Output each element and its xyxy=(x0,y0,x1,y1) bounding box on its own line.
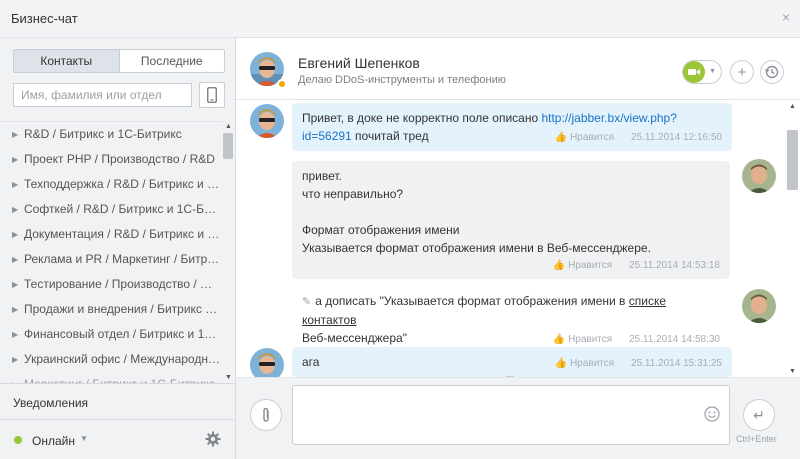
chevron-right-icon: ▶ xyxy=(12,180,19,189)
tab-recent[interactable]: Последние xyxy=(120,50,225,72)
chevron-down-icon[interactable]: ▼ xyxy=(709,68,716,75)
like-button[interactable]: 👍 Нравится xyxy=(555,358,614,369)
chat-history: Привет, в доке не корректно поле описано… xyxy=(236,101,786,377)
message-input[interactable] xyxy=(292,385,730,445)
video-icon xyxy=(683,61,705,83)
list-item[interactable]: ▶Маркетинг / Битрикс и 1С-Битрикс xyxy=(0,372,222,383)
scrollbar-thumb[interactable] xyxy=(787,130,798,190)
history-button[interactable] xyxy=(760,60,784,84)
scroll-down-icon[interactable]: ▼ xyxy=(225,374,232,381)
like-button[interactable]: 👍 Нравится xyxy=(553,334,612,345)
chevron-right-icon: ▶ xyxy=(12,280,19,289)
message-time: 25.11.2014 15:31:25 xyxy=(630,358,722,369)
send-icon: ↵ xyxy=(753,406,765,423)
list-item[interactable]: ▶ Техподдержка / R&D / Битрикс и … xyxy=(0,172,222,197)
attach-icon xyxy=(263,407,269,422)
chevron-right-icon: ▶ xyxy=(12,355,19,364)
chevron-right-icon: ▶ xyxy=(12,305,19,314)
message-meta: 👍 Нравится 25.11.2014 14:53:18 xyxy=(302,259,720,273)
send-button[interactable]: ↵ xyxy=(743,399,775,431)
list-item[interactable]: ▶ Реклама и PR / Маркетинг / Битр… xyxy=(0,247,222,272)
list-item[interactable]: ▶ Проект PHP / Производство / R&D xyxy=(0,147,222,172)
contact-groups-list: ▶ R&D / Битрикс и 1С-Битрикс ▶ Проект PHP … xyxy=(0,121,222,383)
message-text: привет. что неправильно? Формат отображе… xyxy=(302,169,651,255)
message-time: 25.11.2014 12:16:50 xyxy=(630,132,722,143)
phone-icon xyxy=(207,87,217,103)
sidebar-tabs: Контакты Последние xyxy=(13,49,225,73)
scroll-up-icon[interactable]: ▲ xyxy=(789,103,796,110)
message-time: 25.11.2014 14:58:30 xyxy=(628,334,720,345)
chevron-down-icon[interactable]: ▼ xyxy=(80,434,88,443)
list-item[interactable]: ▶ Документация / R&D / Битрикс и … xyxy=(0,222,222,247)
composer: ↵ Ctrl+Enter xyxy=(236,377,800,459)
chevron-right-icon: ▶ xyxy=(12,255,19,264)
list-item[interactable]: ▶ Украинский офис / Международн… xyxy=(0,347,222,372)
add-user-button[interactable]: + xyxy=(730,60,754,84)
groups-scrollbar[interactable]: ▲ ▼ xyxy=(222,121,235,383)
history-icon xyxy=(765,65,779,79)
add-icon: + xyxy=(737,63,747,81)
contact-name[interactable]: Евгений Шепенков xyxy=(298,55,420,71)
pencil-icon: ✎ xyxy=(302,296,312,308)
search-input[interactable] xyxy=(13,83,192,107)
chevron-right-icon: ▶ xyxy=(12,230,19,239)
video-call-button[interactable]: ▼ xyxy=(682,60,722,84)
settings-icon[interactable] xyxy=(205,431,221,447)
status-selector[interactable]: Онлайн xyxy=(32,434,75,448)
list-item[interactable]: ▶ Финансовый отдел / Битрикс и 1… xyxy=(0,322,222,347)
chat-scrollbar[interactable]: ▲ ▼ xyxy=(786,101,800,377)
chevron-right-icon: ▶ xyxy=(12,130,19,139)
status-bar: Онлайн ▼ xyxy=(0,419,235,459)
tab-contacts[interactable]: Контакты xyxy=(14,50,120,72)
list-item[interactable]: ▶ Тестирование / Производство / R… xyxy=(0,272,222,297)
attach-button[interactable] xyxy=(250,399,282,431)
chevron-right-icon: ▶ xyxy=(12,155,19,164)
message-meta: 👍 Нравится 25.11.2014 15:31:25 xyxy=(302,357,722,371)
window-titlebar: Бизнес-чат × xyxy=(0,0,800,38)
avatar[interactable] xyxy=(742,159,776,193)
window-title: Бизнес-чат xyxy=(11,11,78,26)
message-outgoing: ✎ а дописать "Указывается формат отображе… xyxy=(292,288,730,353)
smile-icon[interactable] xyxy=(704,406,720,422)
status-online-icon xyxy=(14,436,22,444)
message-incoming: ага 👍 Нравится 25.11.2014 15:31:25 xyxy=(292,347,732,377)
contact-position: Делаю DDoS-инструменты и телефонию xyxy=(298,74,506,86)
status-away-icon xyxy=(277,79,287,89)
avatar[interactable] xyxy=(250,348,284,377)
scroll-up-icon[interactable]: ▲ xyxy=(225,123,232,130)
list-item[interactable]: ▶ R&D / Битрикс и 1С-Битрикс xyxy=(0,122,222,147)
like-button[interactable]: 👍 Нравится xyxy=(553,260,612,271)
notifications-link[interactable]: Уведомления xyxy=(0,383,235,419)
scroll-down-icon[interactable]: ▼ xyxy=(789,368,796,375)
list-item[interactable]: ▶ Продажи и внедрения / Битрикс … xyxy=(0,297,222,322)
chevron-right-icon: ▶ xyxy=(12,205,19,214)
chevron-right-icon: ▶ xyxy=(12,372,24,383)
message-outgoing: привет. что неправильно? Формат отображе… xyxy=(292,161,730,279)
chat-header: Евгений Шепенков Делаю DDoS-инструменты … xyxy=(236,38,800,100)
avatar[interactable] xyxy=(742,289,776,323)
list-item[interactable]: ▶ Софткей / R&D / Битрикс и 1С-Би… xyxy=(0,197,222,222)
scrollbar-thumb[interactable] xyxy=(223,133,233,159)
close-icon[interactable]: × xyxy=(782,9,790,25)
message-incoming: Привет, в доке не корректно поле описано… xyxy=(292,103,732,151)
phone-button[interactable] xyxy=(199,82,225,108)
message-time: 25.11.2014 14:53:18 xyxy=(628,260,720,271)
avatar[interactable] xyxy=(250,104,284,138)
send-hint: Ctrl+Enter xyxy=(736,434,777,444)
chevron-right-icon: ▶ xyxy=(12,330,19,339)
sidebar: Контакты Последние ▶R&D / Битрикс и 1С-Б… xyxy=(0,38,236,459)
like-button[interactable]: 👍 Нравится xyxy=(555,132,614,143)
